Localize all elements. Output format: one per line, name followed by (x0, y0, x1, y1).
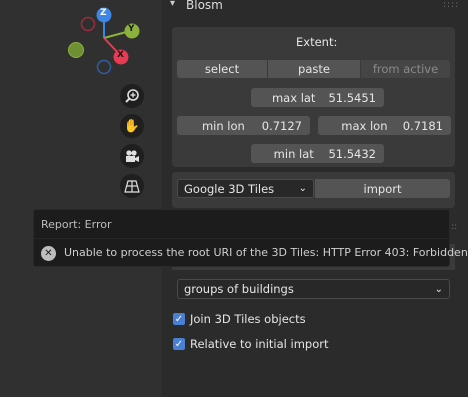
min-lat-field[interactable]: min lat 51.5432 (251, 144, 384, 163)
panel-grip[interactable]: :::: (443, 0, 459, 10)
min-lon-value: 0.7127 (261, 118, 302, 133)
import-button[interactable]: import (315, 179, 450, 198)
neg-z-handle (96, 59, 112, 75)
buildings-selected: groups of buildings (184, 282, 294, 296)
report-message: Unable to process the root URI of the 3D… (64, 246, 468, 259)
camera-icon[interactable] (120, 144, 144, 168)
check-icon: ✓ (174, 338, 184, 350)
max-lat-field[interactable]: max lat 51.5451 (251, 88, 384, 107)
chevron-down-icon: ⌄ (298, 183, 307, 194)
hand-icon[interactable]: ✋ (120, 114, 144, 138)
max-lon-field[interactable]: max lon 0.7181 (318, 116, 451, 135)
neg-y-handle (68, 42, 84, 58)
max-lat-label: max lat (271, 90, 316, 105)
source-selected: Google 3D Tiles (184, 181, 275, 196)
max-lon-label: max lon (341, 118, 388, 133)
join-tiles-label: Join 3D Tiles objects (190, 312, 306, 326)
chevron-down-icon: ⌄ (434, 283, 443, 295)
check-icon: ✓ (174, 313, 184, 325)
from-active-button[interactable]: from active (361, 60, 450, 78)
chevron-down-icon[interactable]: ▾ (170, 0, 175, 9)
zoom-icon[interactable] (120, 84, 144, 108)
y-axis-label: Y (128, 24, 135, 34)
max-lon-value: 0.7181 (402, 118, 443, 133)
panel-title: Blosm (186, 0, 223, 12)
z-axis-label: Z (100, 8, 107, 18)
x-axis-label: X (117, 50, 124, 60)
min-lon-field[interactable]: min lon 0.7127 (177, 116, 310, 135)
max-lat-value: 51.5451 (328, 90, 376, 105)
paste-button[interactable]: paste (268, 60, 360, 78)
relative-import-label: Relative to initial import (190, 337, 329, 351)
source-dropdown[interactable]: Google 3D Tiles ⌄ (177, 179, 314, 198)
select-button[interactable]: select (177, 60, 267, 78)
min-lat-value: 51.5432 (328, 146, 376, 161)
grid-icon[interactable] (120, 174, 144, 198)
min-lat-label: min lat (273, 146, 314, 161)
join-tiles-checkbox[interactable]: ✓ (173, 313, 185, 325)
min-lon-label: min lon (201, 118, 245, 133)
error-icon: ✕ (41, 246, 56, 261)
neg-x-handle (80, 16, 96, 32)
relative-import-checkbox[interactable]: ✓ (173, 338, 185, 350)
report-title: Report: Error (41, 218, 112, 231)
buildings-dropdown[interactable]: groups of buildings ⌄ (177, 279, 450, 299)
extent-label: Extent: (296, 35, 338, 49)
report-divider (33, 238, 450, 239)
